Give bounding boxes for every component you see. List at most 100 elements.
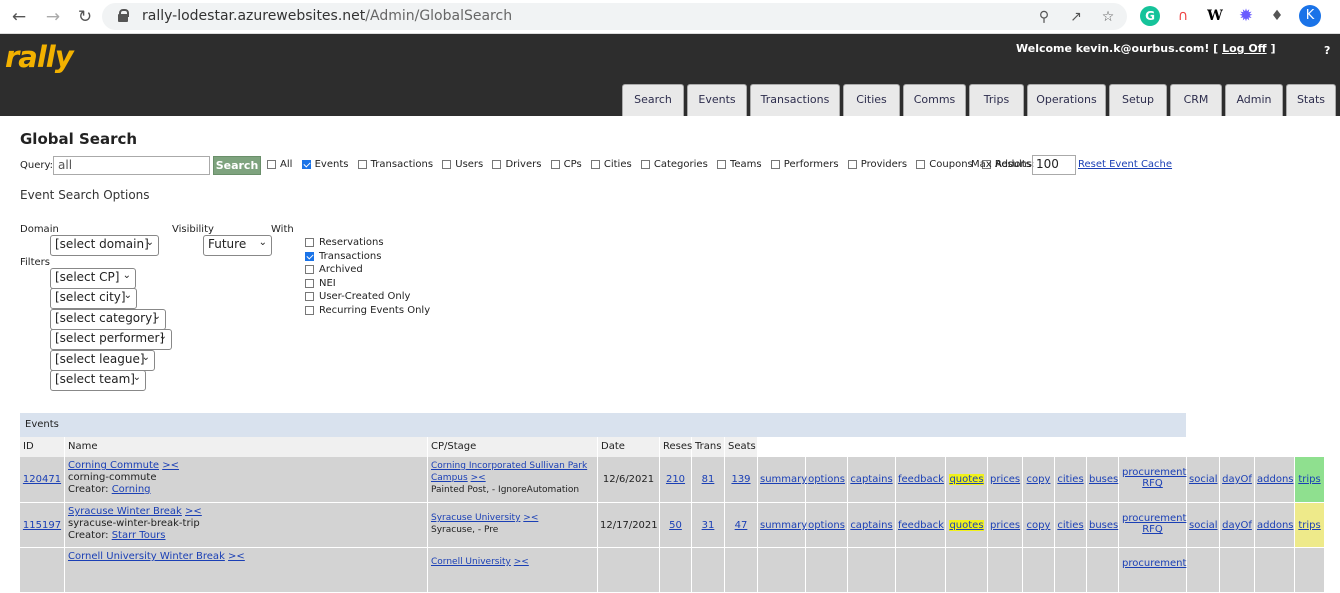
copy-link[interactable]: copy: [1027, 474, 1051, 485]
with-user-created-only[interactable]: User-Created Only: [305, 291, 410, 302]
tab-events[interactable]: Events: [687, 84, 747, 116]
checkbox-performers[interactable]: [770, 159, 780, 169]
captains-link[interactable]: captains: [850, 474, 892, 485]
checkbox-coupons[interactable]: [916, 159, 926, 169]
search-button[interactable]: Search: [213, 156, 261, 175]
creator-link[interactable]: Starr Tours: [112, 530, 166, 541]
rally-logo[interactable]: rally: [5, 40, 74, 74]
tab-trips[interactable]: Trips: [969, 84, 1024, 116]
tab-search[interactable]: Search: [622, 84, 684, 116]
options-link[interactable]: options: [808, 520, 845, 531]
checkbox-events[interactable]: [301, 159, 311, 169]
reset-event-cache-link[interactable]: Reset Event Cache: [1078, 159, 1172, 170]
procurement-link[interactable]: procurement: [1122, 558, 1186, 569]
dayof-link[interactable]: dayOf: [1222, 520, 1252, 531]
checkbox-nei[interactable]: [305, 278, 314, 288]
cp-link[interactable]: Cornell University: [431, 557, 511, 567]
feedback-link[interactable]: feedback: [898, 474, 944, 485]
performer-select[interactable]: [select performer] ⌄: [50, 329, 172, 350]
tab-cities[interactable]: Cities: [843, 84, 900, 116]
share-icon[interactable]: ↗: [1066, 7, 1086, 27]
visibility-select[interactable]: Future ⌄: [203, 235, 272, 256]
rfq-link[interactable]: RFQ: [1142, 478, 1163, 489]
tab-setup[interactable]: Setup: [1109, 84, 1167, 116]
team-select[interactable]: [select team] ⌄: [50, 370, 146, 391]
event-name-link[interactable]: Syracuse Winter Break: [68, 506, 182, 517]
captains-link[interactable]: captains: [850, 520, 892, 531]
cities-link[interactable]: cities: [1057, 474, 1083, 485]
trips-link[interactable]: trips: [1298, 474, 1320, 485]
forward-icon[interactable]: →: [42, 6, 64, 28]
social-link[interactable]: social: [1189, 474, 1218, 485]
back-icon[interactable]: ←: [8, 6, 30, 28]
bookmark-star-icon[interactable]: ☆: [1098, 7, 1118, 27]
social-link[interactable]: social: [1189, 520, 1218, 531]
dayof-link[interactable]: dayOf: [1222, 474, 1252, 485]
event-name-link[interactable]: Corning Commute: [68, 460, 159, 471]
cp-expand-link[interactable]: ><: [514, 557, 529, 567]
event-expand-link[interactable]: ><: [162, 460, 179, 471]
with-recurring-only[interactable]: Recurring Events Only: [305, 305, 430, 316]
trans-link[interactable]: 81: [702, 474, 715, 485]
rfq-link[interactable]: RFQ: [1142, 524, 1163, 535]
addons-link[interactable]: addons: [1257, 474, 1294, 485]
checkbox-reservations[interactable]: [305, 237, 314, 247]
summary-link[interactable]: summary: [760, 520, 807, 531]
with-archived[interactable]: Archived: [305, 264, 363, 275]
quotes-link[interactable]: quotes: [949, 520, 984, 531]
checkbox-archived[interactable]: [305, 264, 314, 274]
max-results-input[interactable]: 100: [1032, 155, 1076, 175]
tab-operations[interactable]: Operations: [1027, 84, 1106, 116]
cp-select[interactable]: [select CP] ⌄: [50, 268, 136, 289]
with-reservations[interactable]: Reservations: [305, 237, 384, 248]
avatar[interactable]: K: [1299, 5, 1321, 27]
cities-link[interactable]: cities: [1057, 520, 1083, 531]
tab-transactions[interactable]: Transactions: [750, 84, 840, 116]
procurement-link[interactable]: procurement: [1122, 513, 1186, 524]
tab-comms[interactable]: Comms: [903, 84, 966, 116]
zoom-icon[interactable]: ⚲: [1034, 7, 1054, 27]
with-transactions[interactable]: Transactions: [305, 251, 381, 262]
query-input[interactable]: all: [53, 156, 210, 175]
summary-link[interactable]: summary: [760, 474, 807, 485]
creator-link[interactable]: Corning: [112, 484, 151, 495]
wikipedia-icon[interactable]: W: [1205, 6, 1225, 26]
tab-stats[interactable]: Stats: [1286, 84, 1336, 116]
tab-admin[interactable]: Admin: [1225, 84, 1283, 116]
domain-select[interactable]: [select domain] ⌄: [50, 235, 159, 256]
checkbox-transactions[interactable]: [357, 159, 367, 169]
address-bar[interactable]: rally-lodestar.azurewebsites.net/Admin/G…: [102, 3, 1127, 30]
event-expand-link[interactable]: ><: [185, 506, 202, 517]
seats-link[interactable]: 139: [731, 474, 750, 485]
quotes-link[interactable]: quotes: [949, 474, 984, 485]
checkbox-with-transactions[interactable]: [305, 251, 314, 261]
league-select[interactable]: [select league] ⌄: [50, 350, 155, 371]
addons-link[interactable]: addons: [1257, 520, 1294, 531]
puzzle-extensions-icon[interactable]: ♦: [1267, 6, 1287, 26]
checkbox-recurring[interactable]: [305, 305, 314, 315]
checkbox-user-created[interactable]: [305, 291, 314, 301]
reses-link[interactable]: 210: [666, 474, 685, 485]
help-link[interactable]: ?: [1324, 44, 1330, 57]
category-select[interactable]: [select category] ⌄: [50, 309, 166, 330]
buses-link[interactable]: buses: [1089, 520, 1118, 531]
seats-link[interactable]: 47: [735, 520, 748, 531]
event-expand-link[interactable]: ><: [228, 551, 245, 562]
copy-link[interactable]: copy: [1027, 520, 1051, 531]
checkbox-users[interactable]: [442, 159, 452, 169]
trips-link[interactable]: trips: [1298, 520, 1320, 531]
cp-link[interactable]: Corning Incorporated Sullivan Park Campu…: [431, 461, 587, 483]
cp-expand-link[interactable]: ><: [523, 513, 538, 523]
tab-crm[interactable]: CRM: [1170, 84, 1222, 116]
checkbox-teams[interactable]: [716, 159, 726, 169]
event-name-link[interactable]: Cornell University Winter Break: [68, 551, 225, 562]
checkbox-drivers[interactable]: [492, 159, 502, 169]
reses-link[interactable]: 50: [669, 520, 682, 531]
buses-link[interactable]: buses: [1089, 474, 1118, 485]
prices-link[interactable]: prices: [990, 474, 1020, 485]
reload-icon[interactable]: ↻: [74, 6, 96, 28]
checkbox-providers[interactable]: [847, 159, 857, 169]
checkbox-cities[interactable]: [590, 159, 600, 169]
logoff-link[interactable]: Log Off: [1222, 42, 1267, 55]
cp-expand-link[interactable]: ><: [471, 473, 486, 483]
